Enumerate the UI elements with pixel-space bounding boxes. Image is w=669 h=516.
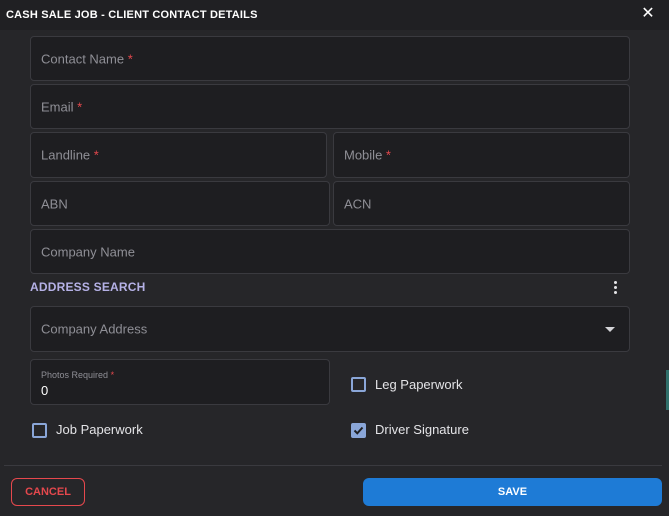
contact-name-field[interactable]: Contact Name *	[30, 36, 630, 81]
acn-field[interactable]: ACN	[333, 181, 630, 226]
abn-placeholder: ABN	[41, 196, 68, 211]
email-field[interactable]: Email *	[30, 84, 630, 129]
company-address-placeholder: Company Address	[41, 321, 148, 337]
company-address-select[interactable]: Company Address	[30, 306, 630, 352]
dropdown-caret-icon	[605, 327, 615, 332]
dialog-titlebar: CASH SALE JOB - CLIENT CONTACT DETAILS ✕	[0, 0, 669, 30]
leg-paperwork-label: Leg Paperwork	[375, 377, 463, 392]
photos-required-value: 0	[41, 383, 49, 398]
footer-divider	[4, 465, 662, 466]
more-options-icon[interactable]	[608, 279, 624, 297]
cancel-button[interactable]: CANCEL	[11, 478, 85, 506]
job-paperwork-checkbox[interactable]	[32, 423, 47, 438]
contact-name-placeholder: Contact Name *	[41, 51, 133, 66]
acn-placeholder: ACN	[344, 196, 372, 211]
save-button[interactable]: SAVE	[363, 478, 662, 506]
mobile-placeholder: Mobile *	[344, 147, 391, 163]
landline-field[interactable]: Landline *	[30, 132, 327, 178]
checkmark-icon	[353, 426, 364, 435]
company-name-field[interactable]: Company Name	[30, 229, 630, 274]
company-name-placeholder: Company Name	[41, 244, 135, 259]
job-paperwork-label: Job Paperwork	[56, 422, 143, 437]
leg-paperwork-checkbox[interactable]	[351, 377, 366, 392]
landline-placeholder: Landline *	[41, 147, 99, 163]
dialog-title: CASH SALE JOB - CLIENT CONTACT DETAILS	[6, 9, 258, 21]
abn-field[interactable]: ABN	[30, 181, 330, 226]
driver-signature-label: Driver Signature	[375, 422, 469, 437]
address-search-heading: ADDRESS SEARCH	[30, 280, 146, 294]
mobile-field[interactable]: Mobile *	[333, 132, 630, 178]
driver-signature-checkbox[interactable]	[351, 423, 366, 438]
email-placeholder: Email *	[41, 99, 83, 114]
photos-required-label: Photos Required *	[41, 370, 115, 380]
client-contact-dialog: CASH SALE JOB - CLIENT CONTACT DETAILS ✕…	[0, 0, 669, 516]
close-icon[interactable]: ✕	[638, 4, 658, 24]
photos-required-field[interactable]: Photos Required * 0	[30, 359, 330, 405]
